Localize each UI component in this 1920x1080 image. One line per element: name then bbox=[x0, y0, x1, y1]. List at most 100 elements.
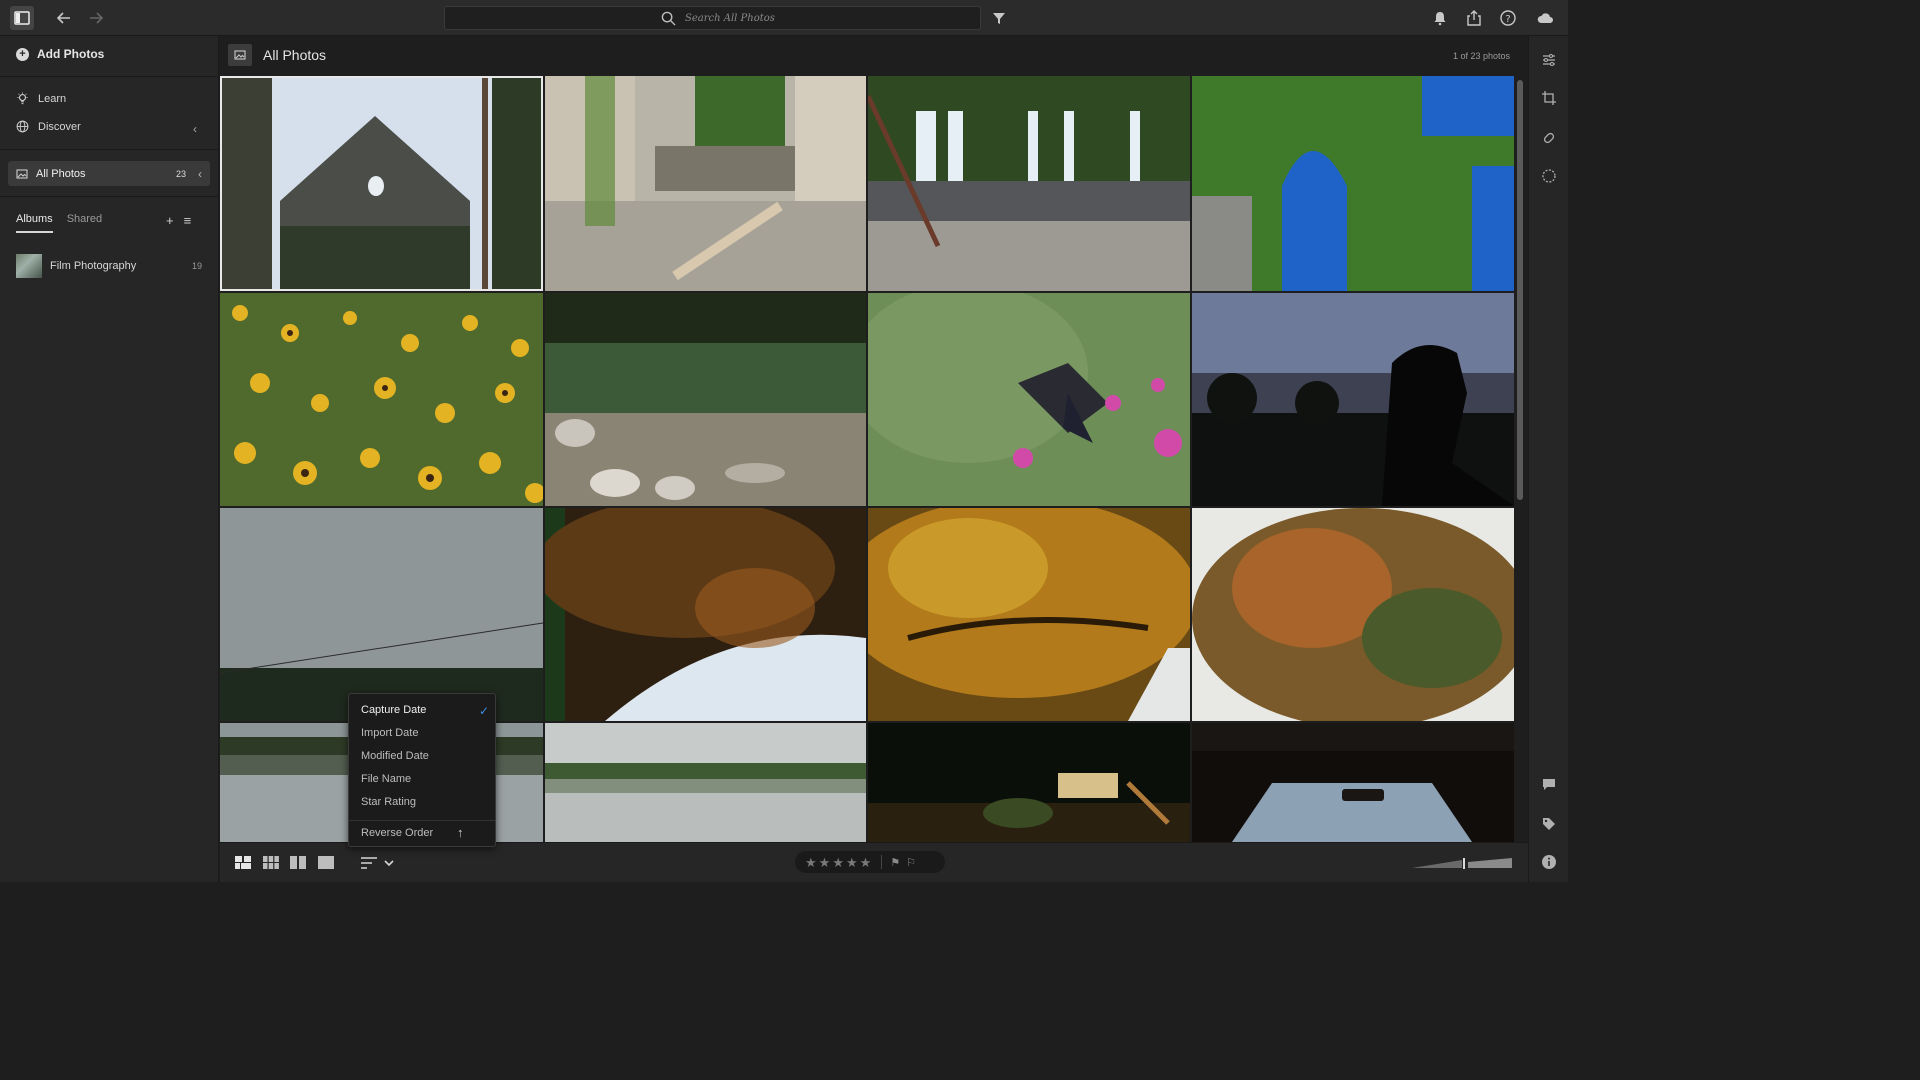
star-icon[interactable]: ★ bbox=[860, 856, 872, 869]
album-name: Film Photography bbox=[50, 260, 137, 272]
filter-icon[interactable] bbox=[987, 6, 1011, 30]
help-icon[interactable]: ? bbox=[1496, 6, 1520, 30]
photo-thumbnail[interactable] bbox=[1192, 76, 1514, 291]
edit-sliders-icon[interactable] bbox=[1539, 50, 1559, 70]
left-sidebar: + Add Photos Learn Discover ‹ All Photos… bbox=[0, 36, 219, 882]
photo-thumbnail[interactable] bbox=[545, 723, 866, 842]
photo-thumbnail[interactable] bbox=[868, 293, 1190, 506]
right-tool-rail bbox=[1528, 36, 1568, 882]
share-icon[interactable] bbox=[1462, 6, 1486, 30]
photo-church-gable bbox=[220, 76, 543, 291]
notification-bell-icon[interactable] bbox=[1428, 6, 1452, 30]
divider bbox=[881, 855, 883, 869]
add-photos-button[interactable]: + Add Photos bbox=[16, 47, 104, 61]
photo-thumbnail[interactable] bbox=[545, 508, 866, 721]
photo-tree-canopy-inverted bbox=[545, 508, 866, 721]
photo-count: 23 bbox=[175, 168, 186, 179]
divider bbox=[0, 76, 219, 77]
add-photos-label: Add Photos bbox=[37, 47, 105, 61]
photo-wildflowers bbox=[220, 293, 543, 506]
photo-thumbnail[interactable] bbox=[1192, 293, 1514, 506]
thumbnail-size-slider[interactable] bbox=[1412, 857, 1512, 869]
square-grid-view-icon[interactable] bbox=[263, 856, 279, 869]
sort-menu: Capture Date ✓ Import Date Modified Date… bbox=[348, 693, 496, 847]
photo-thumbnail[interactable] bbox=[220, 293, 543, 506]
menu-item-modified-date[interactable]: Modified Date bbox=[361, 750, 429, 762]
compare-view-icon[interactable] bbox=[290, 856, 306, 869]
star-icon[interactable]: ★ bbox=[819, 856, 831, 869]
sort-albums-icon[interactable]: ≡ bbox=[184, 213, 192, 228]
star-icon[interactable]: ★ bbox=[846, 856, 858, 869]
album-count: 19 bbox=[191, 261, 202, 271]
chevron-down-icon bbox=[384, 860, 394, 867]
panel-toggle-icon[interactable] bbox=[10, 6, 34, 30]
photo-grid-view-icon[interactable] bbox=[235, 856, 251, 869]
back-arrow-icon[interactable] bbox=[52, 6, 76, 30]
photo-ivy-arch bbox=[1192, 76, 1514, 291]
search-input[interactable] bbox=[685, 12, 885, 24]
photo-thumbnail[interactable] bbox=[868, 723, 1190, 842]
sort-button[interactable] bbox=[360, 854, 404, 872]
menu-item-import-date[interactable]: Import Date bbox=[361, 727, 418, 739]
sidebar-item-label: Learn bbox=[38, 92, 67, 105]
forward-arrow-icon[interactable] bbox=[84, 6, 108, 30]
photo-thumbnail[interactable] bbox=[868, 76, 1190, 291]
comment-icon[interactable] bbox=[1539, 774, 1559, 794]
divider bbox=[0, 196, 219, 197]
sidebar-item-label: Discover bbox=[38, 120, 81, 133]
rating-flag-filter[interactable]: ★ ★ ★ ★ ★ ⚑ ⚐ bbox=[795, 851, 945, 873]
album-icon bbox=[228, 44, 252, 66]
photo-overcast-field bbox=[220, 508, 543, 721]
tab-shared[interactable]: Shared bbox=[67, 213, 102, 233]
album-tabs: Albums Shared bbox=[16, 213, 102, 233]
menu-item-capture-date[interactable]: Capture Date bbox=[361, 704, 426, 716]
crop-icon[interactable] bbox=[1539, 88, 1559, 108]
sidebar-item-all-photos[interactable]: All Photos 23 ‹ bbox=[8, 161, 210, 186]
star-icon[interactable]: ★ bbox=[805, 856, 817, 869]
photo-ruins-walkway bbox=[545, 76, 866, 291]
flag-rejected-icon[interactable]: ⚐ bbox=[906, 856, 916, 869]
photo-stream bbox=[545, 293, 866, 506]
photo-butterfly bbox=[868, 293, 1190, 506]
chevron-left-icon[interactable]: ‹ bbox=[198, 167, 202, 181]
photo-ruins-windows bbox=[868, 76, 1190, 291]
photo-thumbnail[interactable] bbox=[1192, 723, 1514, 842]
photo-car-windshield bbox=[1192, 723, 1514, 842]
album-actions: + ≡ bbox=[166, 213, 191, 228]
add-circle-icon: + bbox=[16, 47, 29, 61]
photo-thumbnail[interactable] bbox=[1192, 508, 1514, 721]
photo-silhouette bbox=[1192, 293, 1514, 506]
tag-icon[interactable] bbox=[1539, 814, 1559, 834]
add-album-icon[interactable]: + bbox=[166, 213, 174, 228]
album-item[interactable]: Film Photography 19 bbox=[16, 254, 206, 278]
flag-picked-icon[interactable]: ⚑ bbox=[890, 856, 900, 869]
sidebar-item-label: All Photos bbox=[36, 167, 86, 180]
photo-thumbnail[interactable] bbox=[220, 76, 543, 291]
healing-brush-icon[interactable] bbox=[1539, 128, 1559, 148]
menu-item-file-name[interactable]: File Name bbox=[361, 773, 411, 785]
lightbulb-icon bbox=[17, 92, 28, 105]
search-box[interactable] bbox=[444, 6, 981, 30]
globe-icon bbox=[16, 120, 29, 133]
menu-item-reverse-order[interactable]: Reverse Order bbox=[361, 827, 433, 839]
bottom-toolbar: ★ ★ ★ ★ ★ ⚑ ⚐ bbox=[220, 842, 1528, 882]
chevron-left-icon[interactable]: ‹ bbox=[193, 122, 197, 136]
menu-item-star-rating[interactable]: Star Rating bbox=[361, 796, 416, 808]
sidebar-item-learn[interactable]: Learn bbox=[16, 92, 66, 105]
detail-view-icon[interactable] bbox=[318, 856, 334, 869]
photo-thumbnail[interactable] bbox=[868, 508, 1190, 721]
main-header: All Photos 1 of 23 photos bbox=[220, 36, 1528, 76]
scrollbar-thumb[interactable] bbox=[1517, 80, 1523, 500]
cloud-sync-icon[interactable] bbox=[1533, 6, 1557, 30]
photo-thumbnail[interactable] bbox=[220, 508, 543, 721]
photo-night-bench bbox=[868, 723, 1190, 842]
photo-thumbnail[interactable] bbox=[545, 76, 866, 291]
photo-thumbnail[interactable] bbox=[545, 293, 866, 506]
svg-text:?: ? bbox=[1505, 14, 1510, 25]
sidebar-item-discover[interactable]: Discover bbox=[16, 120, 81, 133]
star-icon[interactable]: ★ bbox=[832, 856, 844, 869]
search-icon bbox=[661, 11, 676, 26]
tab-albums[interactable]: Albums bbox=[16, 213, 53, 233]
info-icon[interactable] bbox=[1539, 852, 1559, 872]
masking-icon[interactable] bbox=[1539, 166, 1559, 186]
